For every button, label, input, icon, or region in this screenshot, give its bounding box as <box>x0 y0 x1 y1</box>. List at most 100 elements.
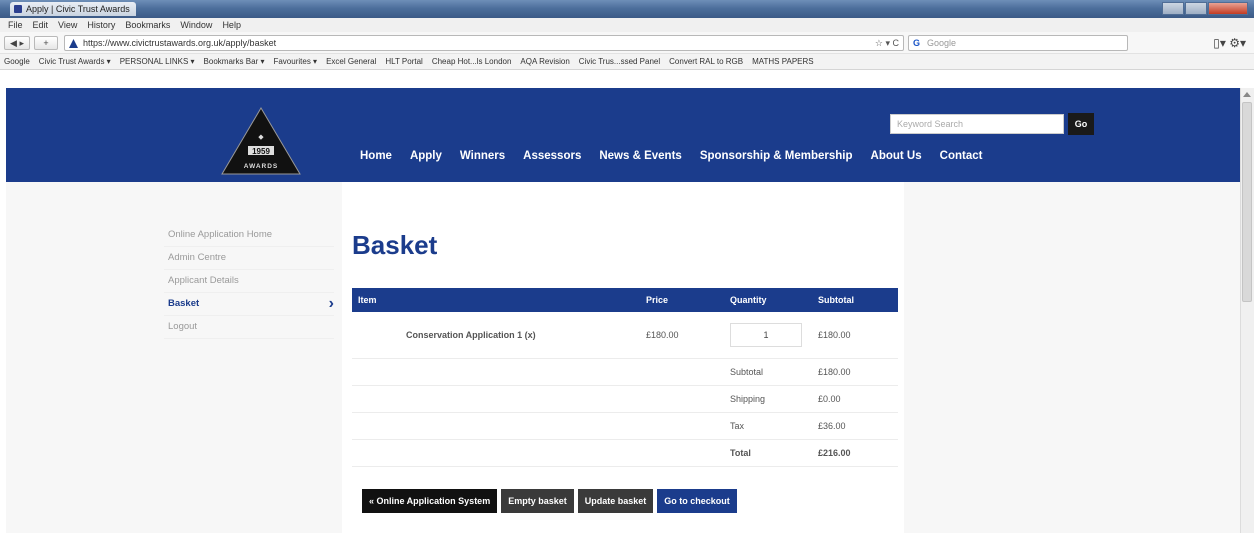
item-price: £180.00 <box>640 312 724 359</box>
site-search-go-button[interactable]: Go <box>1068 113 1094 135</box>
subtotal-value: £180.00 <box>812 358 898 386</box>
bookmark-item[interactable]: Civic Trust Awards ▾ <box>39 57 111 66</box>
sidebar-item-admin-centre[interactable]: Admin Centre <box>164 247 334 270</box>
bookmark-item[interactable]: MATHS PAPERS <box>752 57 814 66</box>
bookmark-item[interactable]: PERSONAL LINKS ▾ <box>120 57 195 66</box>
site-search-input[interactable]: Keyword Search <box>890 114 1064 134</box>
menu-help[interactable]: Help <box>222 20 241 30</box>
sidebar-item-applicant-details[interactable]: Applicant Details <box>164 270 334 293</box>
url-text: https://www.civictrustawards.org.uk/appl… <box>83 38 277 48</box>
close-window-button[interactable] <box>1208 2 1248 15</box>
sidebar-item-label: Logout <box>168 321 198 332</box>
total-value: £216.00 <box>812 439 898 467</box>
menu-edit[interactable]: Edit <box>33 20 49 30</box>
minimize-button[interactable] <box>1162 2 1184 15</box>
column-header-price: Price <box>640 288 724 312</box>
shipping-label: Shipping <box>724 385 812 413</box>
nav-winners[interactable]: Winners <box>460 150 505 162</box>
tax-label: Tax <box>724 412 812 440</box>
address-bar[interactable]: https://www.civictrustawards.org.uk/appl… <box>64 35 904 51</box>
svg-text:1959: 1959 <box>252 147 270 156</box>
scrollbar-thumb[interactable] <box>1242 102 1252 302</box>
browser-tab[interactable]: Apply | Civic Trust Awards <box>10 2 136 16</box>
svg-text:AWARDS: AWARDS <box>244 163 279 170</box>
main-navigation: Home Apply Winners Assessors News & Even… <box>360 150 982 162</box>
sidebar-item-label: Online Application Home <box>168 229 273 240</box>
bookmark-item[interactable]: Convert RAL to RGB <box>669 57 743 66</box>
nav-contact[interactable]: Contact <box>940 150 983 162</box>
bookmark-item[interactable]: Google <box>4 57 30 66</box>
menu-bookmarks[interactable]: Bookmarks <box>125 20 170 30</box>
nav-assessors[interactable]: Assessors <box>523 150 581 162</box>
nav-sponsorship-membership[interactable]: Sponsorship & Membership <box>700 150 853 162</box>
page-background-right <box>904 182 1240 533</box>
table-row: Tax £36.00 <box>352 412 898 440</box>
nav-home[interactable]: Home <box>360 150 392 162</box>
page-title: Basket <box>352 230 438 260</box>
nav-apply[interactable]: Apply <box>410 150 442 162</box>
scroll-up-arrow-icon[interactable] <box>1243 92 1251 97</box>
lock-icon <box>69 39 78 48</box>
bookmark-item[interactable]: Civic Trus...ssed Panel <box>579 57 660 66</box>
browser-search-box[interactable]: G Google <box>908 35 1128 51</box>
sidebar-item-online-application-home[interactable]: Online Application Home <box>164 224 334 247</box>
menu-window[interactable]: Window <box>180 20 212 30</box>
maximize-button[interactable] <box>1185 2 1207 15</box>
empty-basket-button[interactable]: Empty basket <box>501 489 574 513</box>
item-subtotal: £180.00 <box>812 312 898 359</box>
sidebar-item-label: Applicant Details <box>168 275 239 286</box>
bookmarks-bar: Google Civic Trust Awards ▾ PERSONAL LIN… <box>0 54 1254 70</box>
shipping-value: £0.00 <box>812 385 898 413</box>
bookmark-item[interactable]: Bookmarks Bar ▾ <box>204 57 265 66</box>
application-sidebar: Online Application Home Admin Centre App… <box>164 224 334 339</box>
page-viewport: ⬥ 1959 AWARDS Keyword Search Go Home App… <box>0 88 1240 533</box>
sidebar-item-label: Basket <box>168 298 200 309</box>
quantity-input[interactable] <box>730 322 802 347</box>
column-header-quantity: Quantity <box>724 288 812 312</box>
reload-icon[interactable]: ☆ ▾ C <box>875 38 899 49</box>
chevron-right-icon: › <box>328 295 334 312</box>
bookmark-item[interactable]: AQA Revision <box>520 57 569 66</box>
table-header-row: Item Price Quantity Subtotal <box>352 288 898 312</box>
page-menu-icon[interactable]: ▯▾ ⚙▾ <box>1213 36 1246 50</box>
nav-news-events[interactable]: News & Events <box>599 150 681 162</box>
table-row: Shipping £0.00 <box>352 385 898 413</box>
favicon-icon <box>14 5 22 13</box>
column-header-item: Item <box>352 288 640 312</box>
update-basket-button[interactable]: Update basket <box>577 489 654 513</box>
civic-trust-awards-logo[interactable]: ⬥ 1959 AWARDS <box>220 106 302 176</box>
table-row: Conservation Application 1 (x) £180.00 £… <box>352 312 898 359</box>
basket-table: Item Price Quantity Subtotal Conservatio… <box>352 288 898 467</box>
column-header-subtotal: Subtotal <box>812 288 898 312</box>
menu-view[interactable]: View <box>58 20 77 30</box>
bookmark-item[interactable]: Cheap Hot...ls London <box>432 57 512 66</box>
item-name-link[interactable]: Conservation Application 1 (x) <box>352 312 640 359</box>
online-application-system-button[interactable]: « Online Application System <box>362 489 498 513</box>
menu-history[interactable]: History <box>87 20 115 30</box>
bookmark-item[interactable]: Excel General <box>326 57 376 66</box>
subtotal-label: Subtotal <box>724 358 812 386</box>
sidebar-item-logout[interactable]: Logout <box>164 316 334 339</box>
navigation-toolbar: ◀ ▸ + https://www.civictrustawards.org.u… <box>0 32 1254 54</box>
item-quantity-cell <box>724 312 812 359</box>
sidebar-item-basket[interactable]: Basket › <box>164 293 334 316</box>
table-row: Subtotal £180.00 <box>352 358 898 386</box>
menu-bar: File Edit View History Bookmarks Window … <box>0 18 1254 32</box>
window-controls <box>1161 2 1248 16</box>
tax-value: £36.00 <box>812 412 898 440</box>
bookmark-item[interactable]: Favourites ▾ <box>273 57 317 66</box>
go-to-checkout-button[interactable]: Go to checkout <box>657 489 737 513</box>
back-button[interactable]: ◀ ▸ <box>4 36 30 50</box>
total-label: Total <box>724 439 812 467</box>
bookmark-item[interactable]: HLT Portal <box>385 57 423 66</box>
browser-search-placeholder: Google <box>927 38 957 48</box>
google-icon: G <box>913 38 921 48</box>
window-titlebar: Apply | Civic Trust Awards <box>0 0 1254 18</box>
new-tab-button[interactable]: + <box>34 36 58 50</box>
menu-file[interactable]: File <box>8 20 23 30</box>
sidebar-item-label: Admin Centre <box>168 252 227 263</box>
nav-about-us[interactable]: About Us <box>871 150 922 162</box>
tab-title: Apply | Civic Trust Awards <box>26 4 130 14</box>
basket-actions: « Online Application System Empty basket… <box>362 489 741 513</box>
site-header: ⬥ 1959 AWARDS Keyword Search Go Home App… <box>6 88 1240 182</box>
